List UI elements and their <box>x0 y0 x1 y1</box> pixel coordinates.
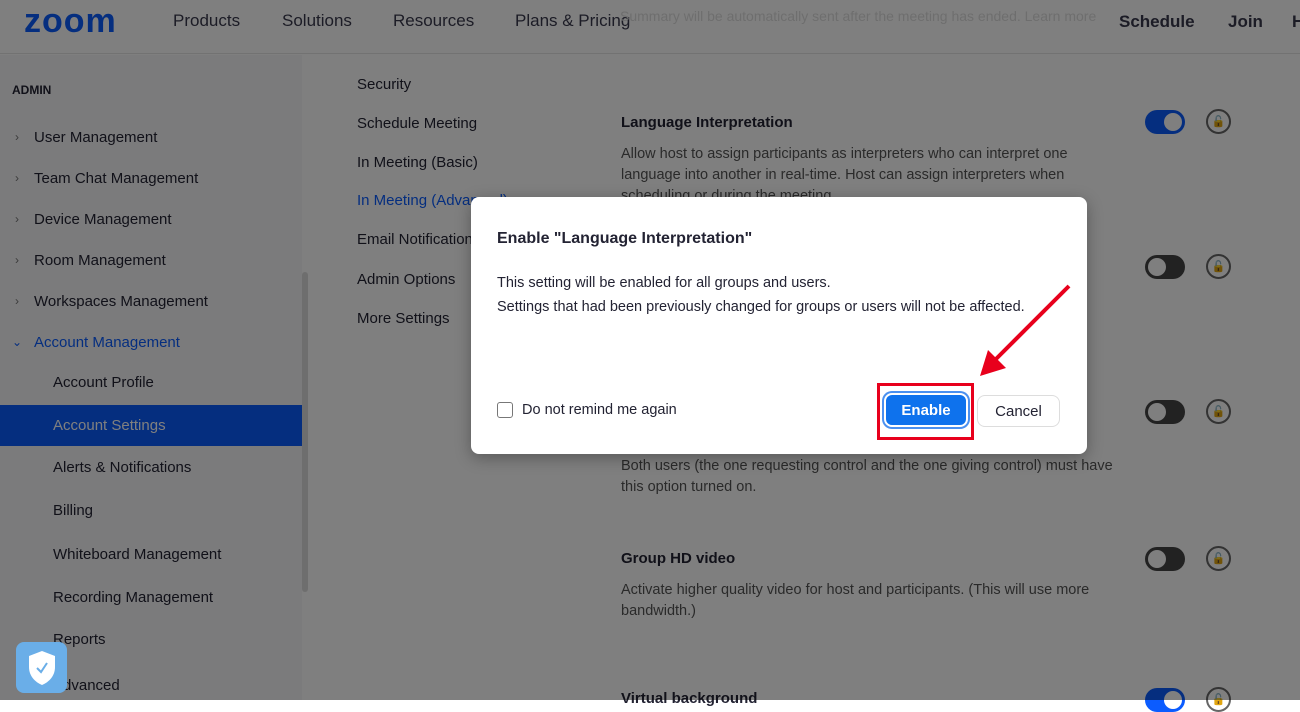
annotation-arrow-icon <box>980 284 1071 376</box>
